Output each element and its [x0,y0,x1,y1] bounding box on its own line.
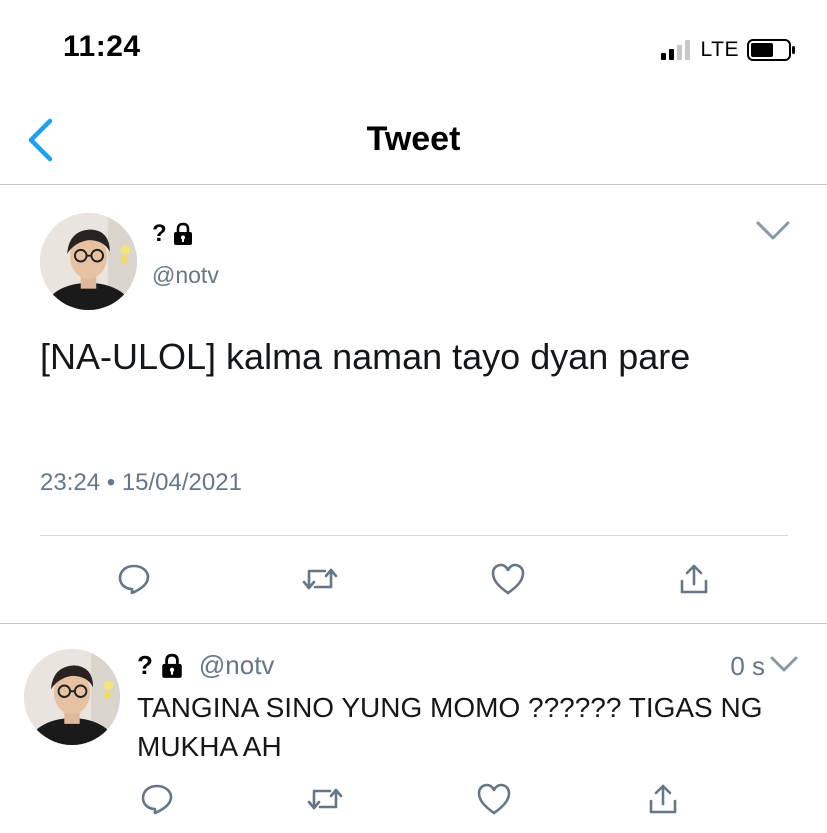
like-icon [477,783,511,815]
share-icon [649,784,677,814]
retweet-button[interactable] [305,779,345,819]
battery-icon [747,39,795,61]
tweet-text: TANGINA SINO YUNG MOMO ?????? TIGAS NG M… [137,692,763,762]
status-time: 11:24 [63,30,141,63]
user-handle: @notv [152,262,219,288]
share-button[interactable] [643,779,683,819]
like-icon [491,563,525,595]
tweet-text: [NA-ULOL] kalma naman tayo dyan pare [40,336,691,377]
tweet-actions [0,559,827,599]
status-bar: 11:24 LTE [0,0,827,95]
status-indicators: LTE [660,36,795,64]
reply-icon [118,564,150,595]
reply-button[interactable] [137,779,177,819]
user-handle: @notv [198,650,275,680]
network-type: LTE [700,38,739,61]
nav-bar: Tweet [0,95,827,185]
like-button[interactable] [488,559,528,599]
page-title: Tweet [366,120,461,158]
reply-header: ? @notv [137,650,274,681]
tweet-timestamp: 23:24 • 15/04/2021 [40,469,242,497]
chevron-down-icon [756,221,790,240]
retweet-icon [302,568,338,590]
lock-icon [173,222,192,245]
retweet-icon [307,788,343,810]
display-name: ? [152,220,195,248]
lock-icon [162,653,182,678]
share-icon [680,564,708,594]
main-tweet: ? @notv [NA-ULOL] kalma naman tayo dyan … [0,186,827,624]
display-name-text: ? [152,220,167,247]
avatar-image [24,649,120,745]
display-name: ? [137,650,153,680]
reply-tweet[interactable]: ? @notv 0 s TANGINA SINO YUNG MOMO ?????… [0,625,827,833]
chevron-down-icon [770,656,798,672]
relative-time: 0 s [730,651,765,681]
reply-icon [141,784,173,815]
tweet-actions [0,779,827,819]
reply-button[interactable] [114,559,154,599]
retweet-button[interactable] [300,559,340,599]
like-button[interactable] [474,779,514,819]
divider [40,535,788,536]
tweet-time: 23:24 [40,469,101,496]
share-button[interactable] [674,559,714,599]
more-options-button[interactable] [769,655,799,675]
avatar[interactable] [40,213,137,310]
meta-separator: • [106,469,116,496]
avatar[interactable] [24,649,120,745]
tweet-date: 15/04/2021 [121,469,242,496]
more-options-button[interactable] [755,219,791,243]
signal-icon [660,40,690,60]
avatar-image [40,213,137,310]
